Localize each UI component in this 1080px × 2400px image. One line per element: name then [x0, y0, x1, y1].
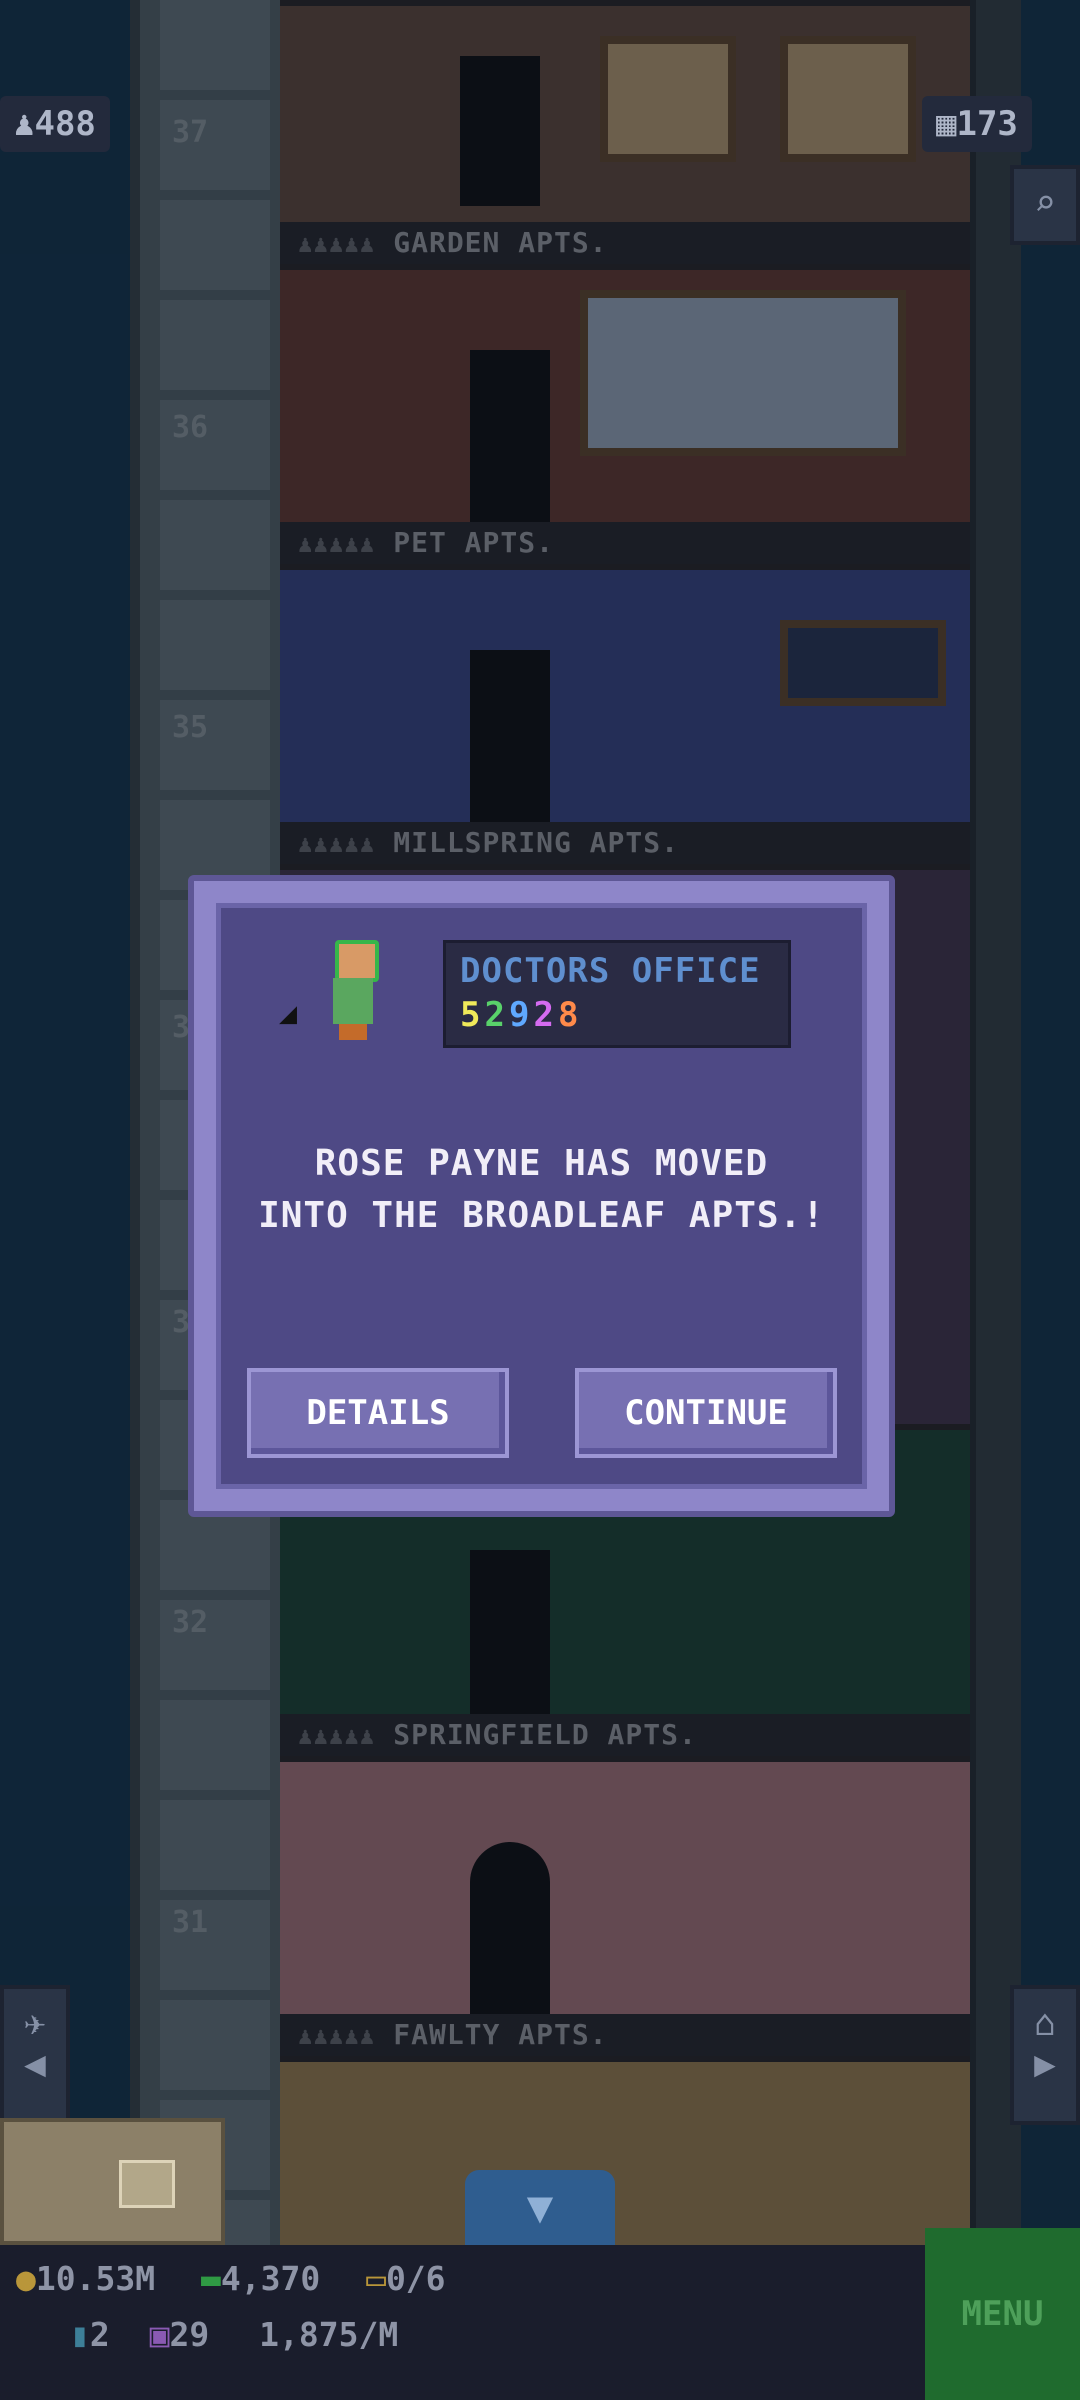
elevator-ride-button[interactable]: ✈ ◀	[0, 1985, 70, 2125]
coins-value: 10.53M	[35, 2259, 156, 2298]
code-digit: 2	[533, 995, 558, 1035]
continue-button[interactable]: CONTINUE	[575, 1368, 837, 1458]
search-button[interactable]: ⌕	[1010, 165, 1080, 245]
code-digit: 9	[508, 995, 534, 1035]
bird-icon: ✈	[24, 2003, 46, 2044]
resident-avatar-icon	[327, 940, 379, 1040]
bird-icon: ◢	[279, 996, 298, 1031]
move-in-dialog: ◢ DOCTORS OFFICE 52928 ROSE PAYNE HAS MO…	[188, 875, 895, 1517]
lobby-button[interactable]: ⌂ ▶	[1010, 1985, 1080, 2125]
stats-row: ▮2 ▣29 1,875/M	[70, 2315, 398, 2354]
left-arrow-icon: ◀	[24, 2044, 46, 2085]
count-b: 29	[169, 2315, 210, 2354]
magnifier-icon: ⌕	[1034, 183, 1056, 224]
cash-icon: ▬	[200, 2259, 221, 2298]
coin-icon: ●	[16, 2259, 36, 2298]
menu-button[interactable]: MENU	[925, 2228, 1080, 2400]
code-digit: 2	[484, 995, 509, 1035]
tv-icon: ▣	[149, 2315, 170, 2354]
count-a: 2	[89, 2315, 110, 2354]
person-icon: ♟	[14, 104, 35, 144]
ticket-icon: ▭	[366, 2259, 386, 2298]
home-icon: ⌂	[1034, 2003, 1056, 2044]
floor-counter[interactable]: ▦173	[922, 96, 1032, 152]
right-arrow-icon: ▶	[1034, 2044, 1056, 2085]
currency-row: ●10.53M ▬4,370 ▭0/6	[16, 2259, 446, 2298]
details-button[interactable]: DETAILS	[247, 1368, 509, 1458]
code-digit: 5	[460, 995, 485, 1035]
rate-value: 1,875/M	[259, 2315, 399, 2354]
dialog-panel: ◢ DOCTORS OFFICE 52928 ROSE PAYNE HAS MO…	[216, 903, 867, 1489]
bottom-status-bar: ●10.53M ▬4,370 ▭0/6 ▮2 ▣29 1,875/M	[0, 2245, 925, 2400]
business-code: 52928	[460, 995, 582, 1035]
business-name: DOCTORS OFFICE	[460, 951, 761, 991]
dialog-message: ROSE PAYNE HAS MOVED INTO THE BROADLEAF …	[258, 1143, 825, 1236]
code-digit: 8	[557, 995, 583, 1035]
tickets-value: 0/6	[385, 2259, 446, 2298]
down-arrow-icon: ▼	[526, 2182, 554, 2233]
scroll-down-button[interactable]: ▼	[465, 2170, 615, 2245]
population-counter[interactable]: ♟488	[0, 96, 110, 152]
bux-value: 4,370	[220, 2259, 321, 2298]
key-icon: ▮	[70, 2315, 90, 2354]
inventory-box-button[interactable]	[0, 2118, 225, 2245]
business-tag: DOCTORS OFFICE 52928	[443, 940, 791, 1048]
box-icon	[119, 2160, 175, 2208]
building-icon: ▦	[936, 104, 957, 144]
